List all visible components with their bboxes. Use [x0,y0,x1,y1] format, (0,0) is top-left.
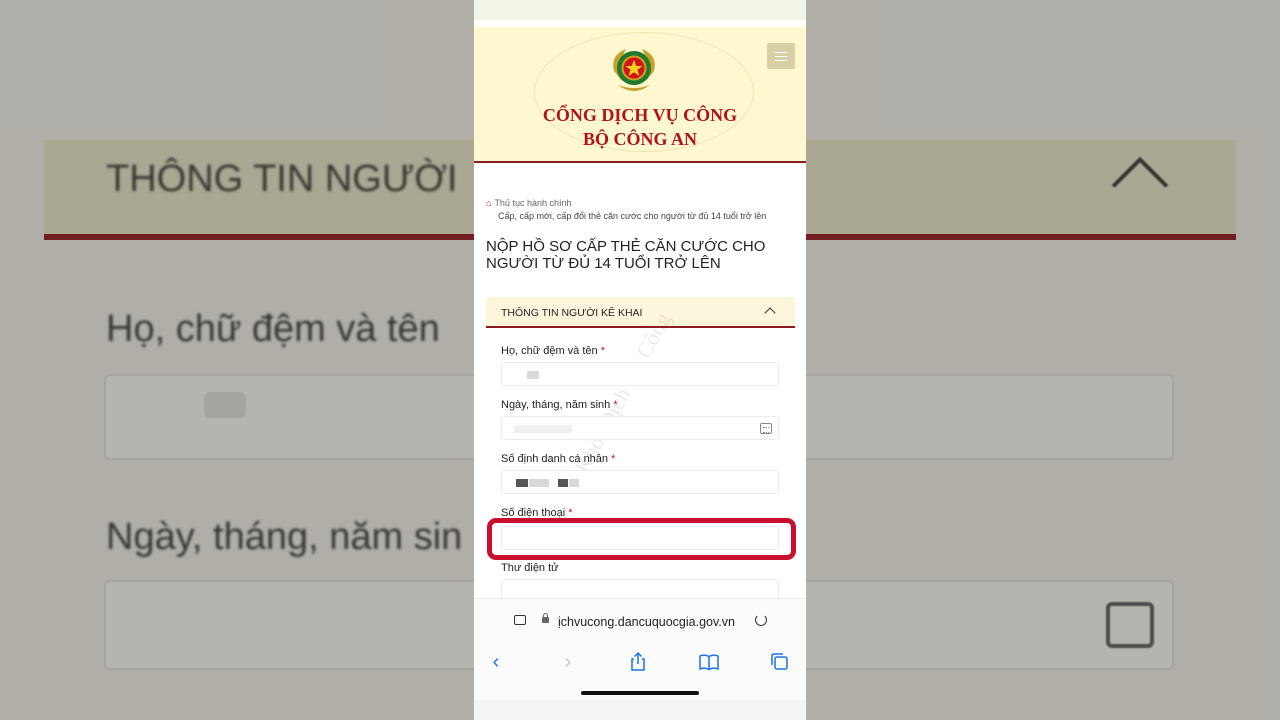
section-header-applicant[interactable]: THÔNG TIN NGƯỜI KÊ KHAI [486,297,795,328]
personal-id-label-text: Số định danh cá nhân [501,453,609,465]
browser-toolbar: ‹ › [474,644,806,684]
required-mark: * [600,345,605,357]
required-mark: * [613,399,618,411]
home-icon[interactable]: ⌂ [486,198,491,208]
full-name-label: Họ, chữ đệm và tên * [501,345,605,357]
phone-field-highlight [487,518,796,560]
page-title: NỘP HỒ SƠ CẤP THẺ CĂN CƯỚC CHO NGƯỜI TỪ … [486,238,766,272]
dob-input[interactable] [501,416,779,440]
redacted-value [529,479,549,487]
police-emblem-icon [613,49,655,91]
required-mark: * [611,453,616,465]
reload-icon[interactable] [755,614,767,626]
forward-icon[interactable]: › [556,650,580,674]
site-title-line-1: CỔNG DỊCH VỤ CÔNG [542,105,738,125]
personal-id-input[interactable] [501,470,779,494]
section-title: THÔNG TIN NGƯỜI KÊ KHAI [501,307,643,319]
chevron-up-icon[interactable] [764,307,776,319]
breadcrumb-item-current: Cấp, cấp mới, cấp đổi thẻ căn cước cho n… [498,211,767,221]
browser-address-bar[interactable]: ịchvucong.dancuquocgia.gov.vn [474,598,806,644]
share-icon[interactable] [626,650,650,674]
breadcrumb-item-procedures[interactable]: Thủ tục hành chính [494,198,571,208]
site-title-line-2: BỘ CÔNG AN [582,129,697,149]
site-title: CỔNG DỊCH VỤ CÔNG BỘ CÔNG AN [474,103,806,151]
bookmarks-icon[interactable] [697,650,721,674]
full-name-label-text: Họ, chữ đệm và tên [501,345,598,357]
top-strip [474,0,806,20]
hamburger-icon-bar [775,56,787,57]
hamburger-icon-bar [775,52,787,53]
full-name-input[interactable] [501,362,779,386]
redacted-value [514,425,572,433]
redacted-value [516,479,528,487]
site-header: CỔNG DỊCH VỤ CÔNG BỘ CÔNG AN [474,27,806,163]
bottom-strip [474,700,806,720]
redacted-value [527,371,539,379]
menu-button[interactable] [767,43,795,69]
home-indicator[interactable] [581,691,699,695]
redacted-value [558,479,568,487]
calendar-icon[interactable] [760,423,772,434]
page-menu-icon[interactable] [514,615,526,625]
url-text[interactable]: ịchvucong.dancuquocgia.gov.vn [558,615,735,629]
hamburger-icon-bar [775,60,787,61]
back-icon[interactable]: ‹ [484,650,508,674]
personal-id-label: Số định danh cá nhân * [501,453,615,465]
email-label: Thư điện tử [501,562,559,574]
lock-icon [542,613,549,623]
tabs-icon[interactable] [768,650,792,674]
dob-label-text: Ngày, tháng, năm sinh [501,399,611,411]
phone-screen: CỔNG DỊCH VỤ CÔNG BỘ CÔNG AN ⌂ Thủ tục hà… [474,0,806,720]
dob-label: Ngày, tháng, năm sinh * [501,399,618,411]
top-gap [474,20,806,27]
breadcrumb: ⌂ Thủ tục hành chính Cấp, cấp mới, cấp đổ… [486,197,796,223]
redacted-value [569,479,579,487]
